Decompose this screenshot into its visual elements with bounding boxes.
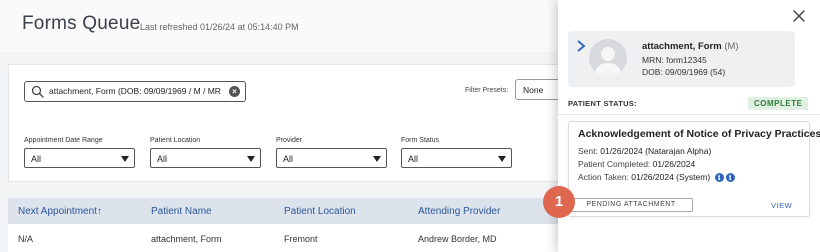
- provider-select[interactable]: All: [276, 148, 387, 168]
- patient-location-value: All: [157, 154, 168, 164]
- action-label: Action Taken:: [578, 172, 629, 182]
- form-status-select[interactable]: All: [401, 148, 512, 168]
- form-status-value: All: [408, 154, 419, 164]
- close-icon[interactable]: [791, 8, 807, 24]
- appointment-date-range-select[interactable]: All: [24, 148, 135, 168]
- patient-dob: DOB: 09/09/1969 (54): [642, 67, 726, 77]
- patient-name: attachment, Form (M): [642, 41, 739, 52]
- appointment-date-range-label: Appointment Date Range: [24, 137, 103, 144]
- sent-value: 01/26/2024 (Natarajan Alpha): [600, 146, 712, 156]
- form-status-label: Form Status: [401, 137, 440, 144]
- form-action-line: Action Taken: 01/26/2024 (System) ii: [578, 172, 735, 182]
- patient-mrn: MRN: form12345: [642, 55, 707, 65]
- patient-location-label: Patient Location: [150, 137, 201, 144]
- chevron-right-icon[interactable]: [576, 40, 586, 52]
- search-icon: [31, 85, 44, 98]
- patient-status-label: PATIENT STATUS:: [568, 99, 637, 108]
- provider-value: All: [283, 154, 294, 164]
- completed-label: Patient Completed:: [578, 159, 651, 169]
- filter-presets-value: None: [523, 85, 544, 95]
- chevron-down-icon: [498, 156, 506, 162]
- patient-location-select[interactable]: All: [150, 148, 261, 168]
- action-value: 01/26/2024 (System): [631, 172, 711, 182]
- cell-patient-name: attachment, Form: [151, 234, 222, 244]
- patient-name-text: attachment, Form: [642, 41, 722, 52]
- sort-arrow-icon: ↑: [96, 206, 102, 217]
- provider-label: Provider: [276, 137, 303, 144]
- form-sent-line: Sent: 01/26/2024 (Natarajan Alpha): [578, 146, 711, 156]
- filter-presets-label: Filter Presets:: [465, 87, 509, 94]
- column-header-patient-location[interactable]: Patient Location: [284, 206, 356, 217]
- column-header-attending-provider[interactable]: Attending Provider: [418, 206, 500, 217]
- view-link[interactable]: VIEW: [771, 201, 792, 210]
- step-marker: 1: [543, 186, 575, 218]
- patient-summary-card: attachment, Form (M) MRN: form12345 DOB:…: [568, 31, 795, 87]
- chevron-down-icon: [247, 156, 255, 162]
- avatar-icon: [589, 39, 627, 77]
- completed-value: 01/26/2024: [652, 159, 696, 169]
- cell-patient-location: Fremont: [284, 234, 318, 244]
- info-icon[interactable]: i: [725, 173, 735, 182]
- search-value: attachment, Form (DOB: 09/09/1969 / M / …: [49, 86, 221, 96]
- chevron-down-icon: [373, 156, 381, 162]
- column-header-patient-name[interactable]: Patient Name: [151, 206, 212, 217]
- patient-forms-panel: attachment, Form (M) MRN: form12345 DOB:…: [558, 0, 820, 252]
- table-row[interactable]: N/A attachment, Form Fremont Andrew Bord…: [8, 224, 608, 252]
- patient-search-input[interactable]: attachment, Form (DOB: 09/09/1969 / M / …: [24, 81, 246, 102]
- info-icon[interactable]: i: [714, 173, 724, 182]
- form-card: Acknowledgement of Notice of Privacy Pra…: [568, 121, 820, 217]
- form-completed-line: Patient Completed: 01/26/2024: [578, 159, 695, 169]
- table-header: Next Appointment↑ Patient Name Patient L…: [8, 198, 608, 224]
- clear-icon[interactable]: ×: [229, 86, 240, 97]
- last-refreshed-text: Last refreshed 01/26/24 at 05:14:40 PM: [140, 22, 299, 32]
- column-header-label: Next Appointment: [18, 206, 97, 217]
- column-header-next-appointment[interactable]: Next Appointment↑: [18, 206, 102, 217]
- chevron-down-icon: [121, 156, 129, 162]
- sent-label: Sent:: [578, 146, 598, 156]
- status-badge: COMPLETE: [748, 97, 809, 110]
- divider: [558, 114, 820, 115]
- page-title: Forms Queue: [22, 13, 141, 34]
- cell-next-appointment: N/A: [18, 234, 34, 244]
- form-title: Acknowledgement of Notice of Privacy Pra…: [578, 128, 820, 140]
- filter-card: attachment, Form (DOB: 09/09/1969 / M / …: [8, 64, 608, 182]
- pending-attachment-button[interactable]: PENDING ATTACHMENT: [569, 198, 693, 212]
- appointment-date-range-value: All: [31, 154, 42, 164]
- patient-sex: (M): [724, 41, 739, 52]
- cell-attending-provider: Andrew Border, MD: [418, 234, 497, 244]
